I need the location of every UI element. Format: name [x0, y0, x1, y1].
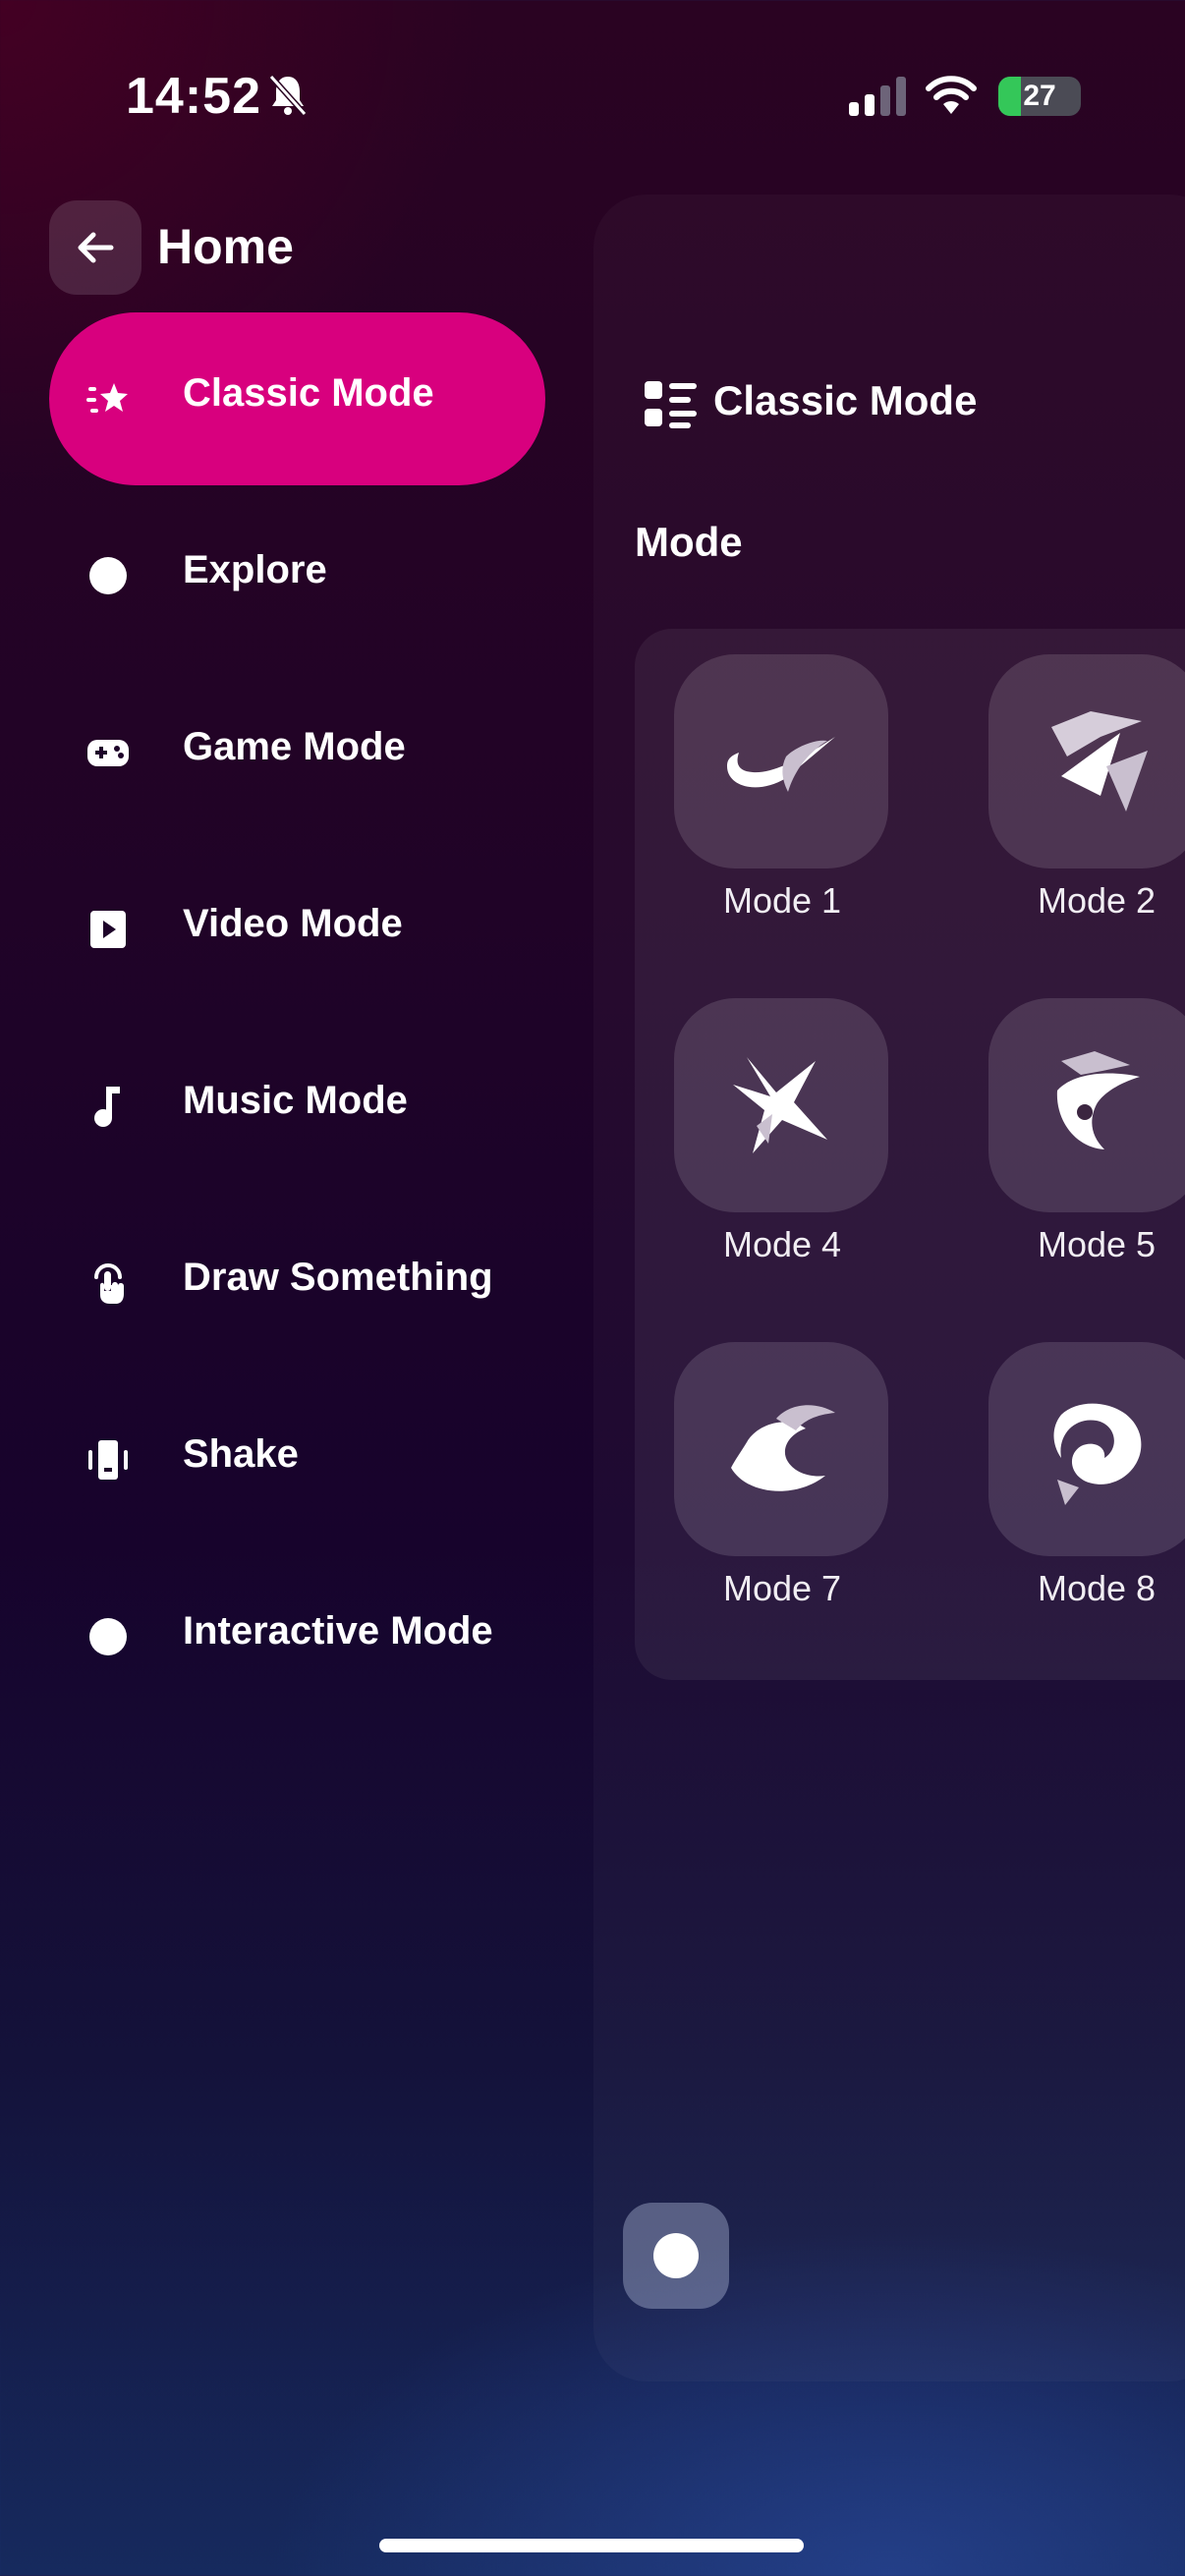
sidebar-item-game-mode[interactable]: Game Mode	[49, 666, 545, 839]
splash-emblem-icon	[731, 1405, 835, 1491]
mode-tile-5[interactable]: Mode 5	[988, 998, 1185, 1265]
phone-shake-icon	[88, 1440, 128, 1480]
arrow-left-icon	[78, 232, 114, 263]
swoosh-emblem-icon	[727, 737, 835, 792]
sidebar-item-label: Video Mode	[183, 902, 403, 945]
mode-tile-1[interactable]: Mode 1	[674, 654, 890, 922]
tile-label: Mode 1	[722, 880, 842, 921]
sidebar-item-explore[interactable]: Explore	[49, 489, 545, 662]
sidebar-item-shake[interactable]: Shake	[49, 1373, 545, 1546]
sidebar-item-draw-something[interactable]: Draw Something	[49, 1197, 545, 1370]
spiral-emblem-icon	[1053, 1403, 1142, 1505]
sidebar-item-label: Game Mode	[183, 725, 406, 768]
shard-emblem-icon	[1051, 711, 1148, 812]
tile-label: Mode 2	[1037, 880, 1157, 921]
flame-emblem-icon	[1056, 1051, 1140, 1149]
mode-tile-2[interactable]: Mode 2	[988, 654, 1185, 922]
tile-label: Mode 5	[1037, 1224, 1157, 1264]
back-button[interactable]	[49, 200, 141, 295]
floating-action-button[interactable]	[623, 2203, 729, 2309]
sidebar-item-video-mode[interactable]: Video Mode	[49, 843, 545, 1016]
tile-label: Mode 8	[1037, 1568, 1157, 1608]
home-indicator[interactable]	[379, 2539, 804, 2552]
sidebar-item-label: Draw Something	[183, 1256, 493, 1299]
tile-label: Mode 4	[722, 1224, 842, 1264]
sidebar-item-classic-mode[interactable]: Classic Mode	[49, 312, 545, 485]
gamepad-icon	[87, 740, 129, 766]
sidebar-item-label: Interactive Mode	[183, 1609, 493, 1652]
music-note-icon	[94, 1087, 120, 1127]
sidebar-item-label: Classic Mode	[183, 371, 434, 415]
bell-muted-icon	[268, 74, 308, 117]
star-burst-emblem-icon	[733, 1057, 827, 1153]
hand-touch-icon	[94, 1263, 124, 1304]
sidebar-item-label: Music Mode	[183, 1079, 408, 1122]
battery-level: 27	[1023, 80, 1056, 112]
signal-icon	[849, 77, 906, 116]
dot-icon	[89, 1618, 127, 1655]
sidebar-item-music-mode[interactable]: Music Mode	[49, 1020, 545, 1193]
star-lines-icon	[86, 383, 128, 413]
section-label: Mode	[635, 519, 743, 565]
wifi-icon	[926, 76, 977, 114]
sidebar-item-label: Shake	[183, 1432, 299, 1476]
mode-tile-8[interactable]: Mode 8	[988, 1342, 1185, 1609]
mode-tile-7[interactable]: Mode 7	[674, 1342, 890, 1609]
list-icon	[645, 381, 697, 428]
sidebar-item-label: Explore	[183, 548, 327, 591]
mode-tile-4[interactable]: Mode 4	[674, 998, 890, 1265]
panel-title: Classic Mode	[713, 377, 978, 423]
status-time: 14:52	[126, 68, 261, 125]
page-title: Home	[157, 219, 294, 274]
dot-icon	[89, 557, 127, 594]
battery-indicator: 27	[998, 77, 1081, 116]
tile-label: Mode 7	[722, 1568, 842, 1608]
sidebar-item-interactive-mode[interactable]: Interactive Mode	[49, 1550, 545, 1723]
play-icon	[90, 911, 126, 948]
